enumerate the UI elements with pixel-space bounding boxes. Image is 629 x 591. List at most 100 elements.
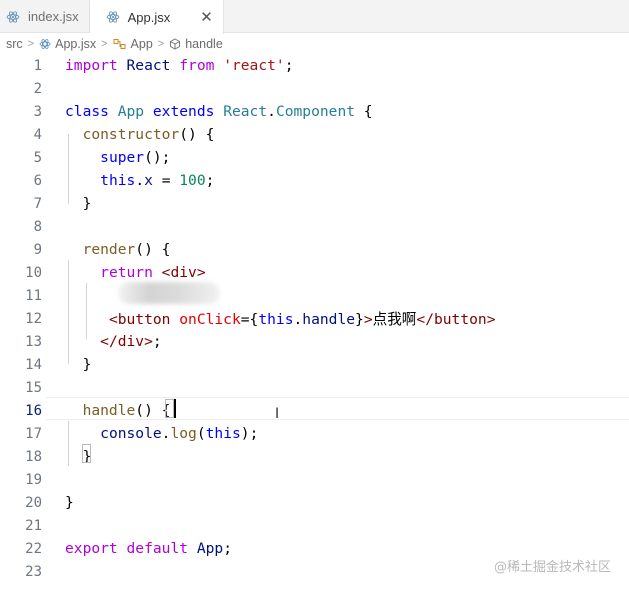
line-number: 15 — [25, 379, 42, 396]
code-token: ; — [205, 172, 215, 189]
code-token: export — [65, 540, 118, 557]
code-line: 14 } — [0, 353, 629, 376]
code-editor[interactable]: 1 import React from 'react'; 2 3 class App e… — [0, 54, 629, 591]
breadcrumb: src > App.jsx > App > handle — [0, 34, 629, 54]
tab-index-jsx[interactable]: index.jsx — [0, 0, 90, 33]
code-token: React — [223, 103, 268, 120]
code-line: 12 <button onClick={this.handle}>点我啊</bu… — [0, 307, 629, 330]
tab-app-jsx[interactable]: App.jsx ✕ — [89, 0, 224, 34]
code-token: ); — [240, 425, 259, 442]
code-line: 19 — [0, 468, 629, 491]
breadcrumb-item-method[interactable]: handle — [185, 37, 223, 51]
breadcrumb-item-class[interactable]: App — [131, 37, 153, 51]
line-number: 3 — [33, 103, 42, 120]
tab-label: index.jsx — [28, 9, 79, 24]
line-number: 13 — [25, 333, 42, 350]
code-token: <div> — [161, 264, 206, 281]
line-number: 9 — [33, 241, 42, 258]
code-token: Component — [275, 103, 356, 120]
code-text: handle() { — [65, 402, 171, 419]
code-token: </div> — [100, 333, 153, 350]
i-beam-cursor-icon: I — [275, 406, 280, 422]
code-text: import React from 'react'; — [65, 57, 294, 74]
code-token: extends — [152, 103, 215, 120]
code-token: { — [355, 103, 373, 120]
code-token: class — [65, 103, 109, 120]
code-token: () { — [179, 126, 215, 143]
code-token: from — [179, 57, 215, 74]
text-cursor — [174, 399, 176, 418]
code-token: 100 — [179, 172, 206, 189]
tab-label: App.jsx — [127, 9, 171, 25]
code-token: default — [126, 540, 189, 557]
code-token: handle — [302, 311, 356, 328]
code-token: this — [258, 311, 294, 328]
breadcrumb-item-src[interactable]: src — [6, 37, 23, 51]
code-token: ( — [196, 425, 206, 442]
code-text: } — [65, 494, 74, 511]
code-token: React — [126, 57, 171, 74]
code-line: 8 — [0, 215, 629, 238]
code-text: super(); — [65, 149, 170, 166]
code-token: constructor — [82, 126, 180, 143]
line-number: 14 — [25, 356, 42, 373]
line-number: 4 — [33, 126, 42, 143]
code-line: 2 — [0, 77, 629, 100]
code-token: () { — [135, 241, 171, 258]
code-token: (); — [144, 149, 171, 166]
code-token: super — [100, 149, 145, 166]
line-number: 17 — [25, 425, 42, 442]
code-token: ; — [223, 540, 232, 557]
code-line: 4 constructor() { — [0, 123, 629, 146]
code-token: import — [65, 57, 118, 74]
code-line: 13 </div>; — [0, 330, 629, 353]
code-text: } — [65, 356, 92, 373]
code-token: handle — [82, 402, 136, 419]
bracket-match-highlight — [82, 444, 91, 463]
line-number: 8 — [33, 218, 42, 235]
code-token: } — [65, 195, 92, 212]
code-token: render — [82, 241, 136, 258]
code-token: log — [170, 425, 197, 442]
line-number: 18 — [25, 448, 42, 465]
code-line: 20} — [0, 491, 629, 514]
code-token: . — [135, 172, 145, 189]
code-line: 18 } — [0, 445, 629, 468]
code-token: 'react' — [223, 57, 285, 74]
line-number: 2 — [33, 80, 42, 97]
line-number: 23 — [25, 563, 42, 580]
bracket-match-highlight — [165, 399, 174, 418]
code-token: ; — [284, 57, 294, 74]
code-token: . — [267, 103, 276, 120]
code-token: App — [117, 103, 145, 120]
code-text: <button onClick={this.handle}>点我啊</butto… — [65, 308, 496, 329]
close-icon[interactable]: ✕ — [200, 8, 213, 26]
line-number: 19 — [25, 471, 42, 488]
line-number: 12 — [25, 310, 42, 327]
code-line: 3 class App extends React.Component { — [0, 100, 629, 123]
code-text: export default App; — [65, 540, 232, 557]
code-text: return <div> — [65, 264, 206, 281]
line-number: 10 — [25, 264, 42, 281]
code-line: 16 handle() { — [0, 399, 629, 422]
code-line: 21 — [0, 514, 629, 537]
line-number: 1 — [33, 57, 42, 74]
code-token: return — [100, 264, 153, 281]
code-token: > — [363, 311, 373, 328]
breadcrumb-item-file[interactable]: App.jsx — [55, 37, 96, 51]
code-text: console.log(this); — [65, 425, 258, 442]
line-number: 21 — [25, 517, 42, 534]
